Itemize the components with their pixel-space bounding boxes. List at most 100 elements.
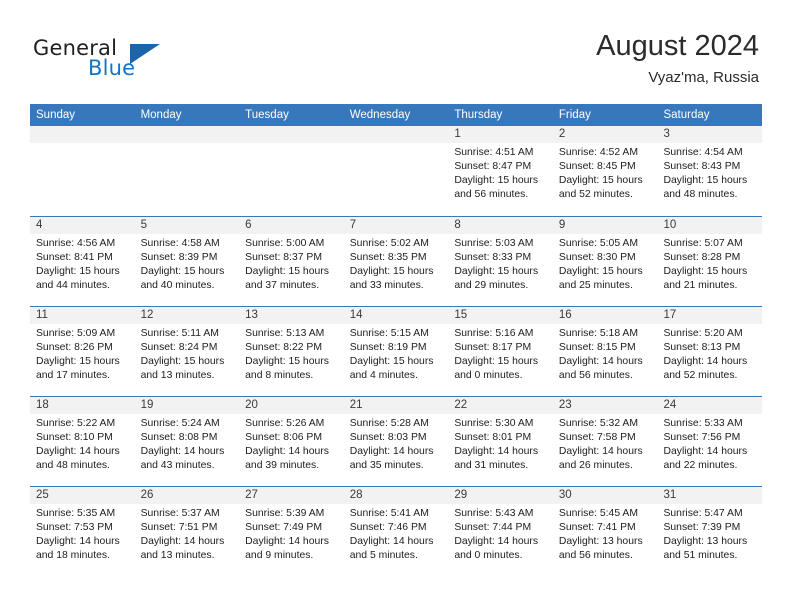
sunset-text: Sunset: 7:56 PM xyxy=(663,432,741,444)
sunset-text: Sunset: 8:45 PM xyxy=(558,161,636,173)
calendar-day-cell[interactable]: 17 Sunrise: 5:20 AM Sunset: 8:13 PM Dayligh… xyxy=(657,307,763,396)
calendar-week-row: 25 Sunrise: 5:35 AM Sunset: 7:53 PM Dayligh… xyxy=(30,486,763,576)
calendar-day-cell[interactable]: 8 Sunrise: 5:03 AM Sunset: 8:33 PM Daylight… xyxy=(448,217,553,306)
day-sun-info: Sunrise: 5:32 AM Sunset: 7:58 PM Daylight:… xyxy=(553,414,658,473)
sunset-text: Sunset: 7:44 PM xyxy=(454,522,532,534)
day-sun-info: Sunrise: 4:56 AM Sunset: 8:41 PM Daylight:… xyxy=(30,234,135,293)
day-number: 6 xyxy=(239,217,344,234)
brand-logo[interactable]: General Blue xyxy=(33,36,243,88)
day-sun-info: Sunrise: 5:43 AM Sunset: 7:44 PM Daylight:… xyxy=(448,504,553,563)
calendar-day-cell[interactable]: 2 Sunrise: 4:52 AM Sunset: 8:45 PM Daylight… xyxy=(552,126,658,216)
day-number: 15 xyxy=(448,307,553,324)
calendar-day-cell[interactable]: 30 Sunrise: 5:45 AM Sunset: 7:41 PM Dayligh… xyxy=(552,487,658,576)
day-number: 28 xyxy=(343,487,449,504)
weekday-header-tuesday: Tuesday xyxy=(245,109,289,121)
day-sun-info: Sunrise: 5:20 AM Sunset: 8:13 PM Daylight:… xyxy=(657,324,762,383)
calendar-day-cell[interactable]: 5 Sunrise: 4:58 AM Sunset: 8:39 PM Daylight… xyxy=(134,217,240,306)
calendar-day-cell[interactable]: 24 Sunrise: 5:33 AM Sunset: 7:56 PM Dayligh… xyxy=(657,397,763,486)
sunrise-text: Sunrise: 5:07 AM xyxy=(663,238,743,249)
sunset-text: Sunset: 8:01 PM xyxy=(454,432,532,444)
day-sun-info: Sunrise: 5:07 AM Sunset: 8:28 PM Daylight:… xyxy=(657,234,762,293)
daylight-text: Daylight: 15 hours and 52 minutes. xyxy=(558,175,643,201)
sunrise-text: Sunrise: 5:24 AM xyxy=(140,418,220,429)
sunrise-text: Sunrise: 5:41 AM xyxy=(349,508,429,519)
day-sun-info: Sunrise: 5:00 AM Sunset: 8:37 PM Daylight:… xyxy=(239,234,344,293)
sunrise-text: Sunrise: 5:43 AM xyxy=(454,508,534,519)
day-sun-info: Sunrise: 4:54 AM Sunset: 8:43 PM Daylight:… xyxy=(657,143,762,202)
daylight-text: Daylight: 15 hours and 8 minutes. xyxy=(245,356,329,382)
calendar-day-cell[interactable]: 6 Sunrise: 5:00 AM Sunset: 8:37 PM Daylight… xyxy=(239,217,344,306)
sunset-text: Sunset: 8:10 PM xyxy=(36,432,113,444)
calendar-day-cell[interactable]: 22 Sunrise: 5:30 AM Sunset: 8:01 PM Dayligh… xyxy=(448,397,553,486)
day-number: 14 xyxy=(343,307,449,324)
sunrise-text: Sunrise: 5:32 AM xyxy=(558,418,639,429)
daylight-text: Daylight: 15 hours and 21 minutes. xyxy=(663,266,748,292)
sunset-text: Sunset: 8:43 PM xyxy=(663,161,741,173)
sunrise-text: Sunrise: 4:51 AM xyxy=(454,147,534,158)
calendar-day-cell[interactable]: 12 Sunrise: 5:11 AM Sunset: 8:24 PM Dayligh… xyxy=(134,307,240,396)
sunrise-text: Sunrise: 5:30 AM xyxy=(454,418,534,429)
day-number: 12 xyxy=(134,307,240,324)
daylight-text: Daylight: 14 hours and 0 minutes. xyxy=(454,536,539,562)
day-sun-info: Sunrise: 5:09 AM Sunset: 8:26 PM Daylight:… xyxy=(30,324,135,383)
day-sun-info: Sunrise: 5:11 AM Sunset: 8:24 PM Daylight:… xyxy=(135,324,240,383)
sunset-text: Sunset: 7:58 PM xyxy=(558,432,636,444)
sunset-text: Sunset: 8:30 PM xyxy=(558,252,636,264)
calendar-day-cell[interactable]: 29 Sunrise: 5:43 AM Sunset: 7:44 PM Dayligh… xyxy=(448,487,553,576)
daylight-text: Daylight: 15 hours and 40 minutes. xyxy=(140,266,225,292)
calendar-day-cell[interactable]: 31 Sunrise: 5:47 AM Sunset: 7:39 PM Dayligh… xyxy=(657,487,763,576)
calendar-day-cell[interactable]: 26 Sunrise: 5:37 AM Sunset: 7:51 PM Dayligh… xyxy=(134,487,240,576)
sunrise-text: Sunrise: 5:09 AM xyxy=(36,328,116,339)
daylight-text: Daylight: 14 hours and 13 minutes. xyxy=(140,536,225,562)
sunset-text: Sunset: 8:28 PM xyxy=(663,252,741,264)
day-sun-info: Sunrise: 4:58 AM Sunset: 8:39 PM Daylight:… xyxy=(135,234,240,293)
daylight-text: Daylight: 15 hours and 29 minutes. xyxy=(454,266,539,292)
day-number: 17 xyxy=(657,307,763,324)
sunrise-text: Sunrise: 5:03 AM xyxy=(454,238,534,249)
calendar-day-cell[interactable]: 4 Sunrise: 4:56 AM Sunset: 8:41 PM Daylight… xyxy=(30,217,135,306)
calendar-day-cell[interactable]: 19 Sunrise: 5:24 AM Sunset: 8:08 PM Dayligh… xyxy=(134,397,240,486)
calendar-day-cell[interactable]: 27 Sunrise: 5:39 AM Sunset: 7:49 PM Dayligh… xyxy=(239,487,344,576)
sunrise-text: Sunrise: 5:13 AM xyxy=(245,328,325,339)
day-number: 1 xyxy=(448,126,553,143)
calendar-day-cell[interactable]: 16 Sunrise: 5:18 AM Sunset: 8:15 PM Dayligh… xyxy=(552,307,658,396)
calendar-day-cell[interactable]: 1 Sunrise: 4:51 AM Sunset: 8:47 PM Daylight… xyxy=(448,126,553,216)
calendar-day-cell[interactable]: 10 Sunrise: 5:07 AM Sunset: 8:28 PM Dayligh… xyxy=(657,217,763,306)
weekday-header-row: Sunday Monday Tuesday Wednesday Thursday Frid… xyxy=(30,104,762,126)
weekday-header-friday: Friday xyxy=(558,109,591,121)
day-number xyxy=(30,126,135,143)
day-number: 9 xyxy=(552,217,658,234)
daylight-text: Daylight: 14 hours and 31 minutes. xyxy=(454,446,539,472)
calendar-day-cell[interactable]: 9 Sunrise: 5:05 AM Sunset: 8:30 PM Daylight… xyxy=(552,217,658,306)
daylight-text: Daylight: 14 hours and 5 minutes. xyxy=(349,536,434,562)
daylight-text: Daylight: 15 hours and 17 minutes. xyxy=(36,356,120,382)
sunset-text: Sunset: 7:39 PM xyxy=(663,522,741,534)
sunset-text: Sunset: 8:22 PM xyxy=(245,342,322,354)
daylight-text: Daylight: 15 hours and 37 minutes. xyxy=(245,266,329,292)
day-number: 13 xyxy=(239,307,344,324)
calendar-day-cell[interactable]: 23 Sunrise: 5:32 AM Sunset: 7:58 PM Dayligh… xyxy=(552,397,658,486)
calendar-day-cell[interactable]: 28 Sunrise: 5:41 AM Sunset: 7:46 PM Dayligh… xyxy=(343,487,449,576)
calendar-day-cell[interactable]: 15 Sunrise: 5:16 AM Sunset: 8:17 PM Dayligh… xyxy=(448,307,553,396)
sunrise-text: Sunrise: 5:18 AM xyxy=(558,328,639,339)
calendar-day-cell[interactable]: 20 Sunrise: 5:26 AM Sunset: 8:06 PM Dayligh… xyxy=(239,397,344,486)
brand-name-blue: Blue xyxy=(88,56,136,80)
calendar-day-cell[interactable]: 11 Sunrise: 5:09 AM Sunset: 8:26 PM Dayligh… xyxy=(30,307,135,396)
calendar-day-cell[interactable]: 25 Sunrise: 5:35 AM Sunset: 7:53 PM Dayligh… xyxy=(30,487,135,576)
calendar-day-cell[interactable]: 3 Sunrise: 4:54 AM Sunset: 8:43 PM Daylight… xyxy=(657,126,763,216)
calendar-day-cell-empty xyxy=(239,126,344,216)
day-sun-info: Sunrise: 5:39 AM Sunset: 7:49 PM Daylight:… xyxy=(239,504,344,563)
sunrise-text: Sunrise: 5:37 AM xyxy=(140,508,220,519)
day-number: 23 xyxy=(552,397,658,414)
calendar-grid: Sunday Monday Tuesday Wednesday Thursday Frid… xyxy=(30,104,763,576)
calendar-day-cell[interactable]: 21 Sunrise: 5:28 AM Sunset: 8:03 PM Dayligh… xyxy=(343,397,449,486)
calendar-day-cell[interactable]: 14 Sunrise: 5:15 AM Sunset: 8:19 PM Dayligh… xyxy=(343,307,449,396)
calendar-day-cell[interactable]: 18 Sunrise: 5:22 AM Sunset: 8:10 PM Dayligh… xyxy=(30,397,135,486)
calendar-day-cell[interactable]: 13 Sunrise: 5:13 AM Sunset: 8:22 PM Dayligh… xyxy=(239,307,344,396)
calendar-day-cell[interactable]: 7 Sunrise: 5:02 AM Sunset: 8:35 PM Daylight… xyxy=(343,217,449,306)
daylight-text: Daylight: 15 hours and 4 minutes. xyxy=(349,356,434,382)
daylight-text: Daylight: 14 hours and 18 minutes. xyxy=(36,536,120,562)
sunrise-text: Sunrise: 5:22 AM xyxy=(36,418,116,429)
day-sun-info: Sunrise: 5:35 AM Sunset: 7:53 PM Daylight:… xyxy=(30,504,135,563)
weekday-header-thursday: Thursday xyxy=(454,109,503,121)
